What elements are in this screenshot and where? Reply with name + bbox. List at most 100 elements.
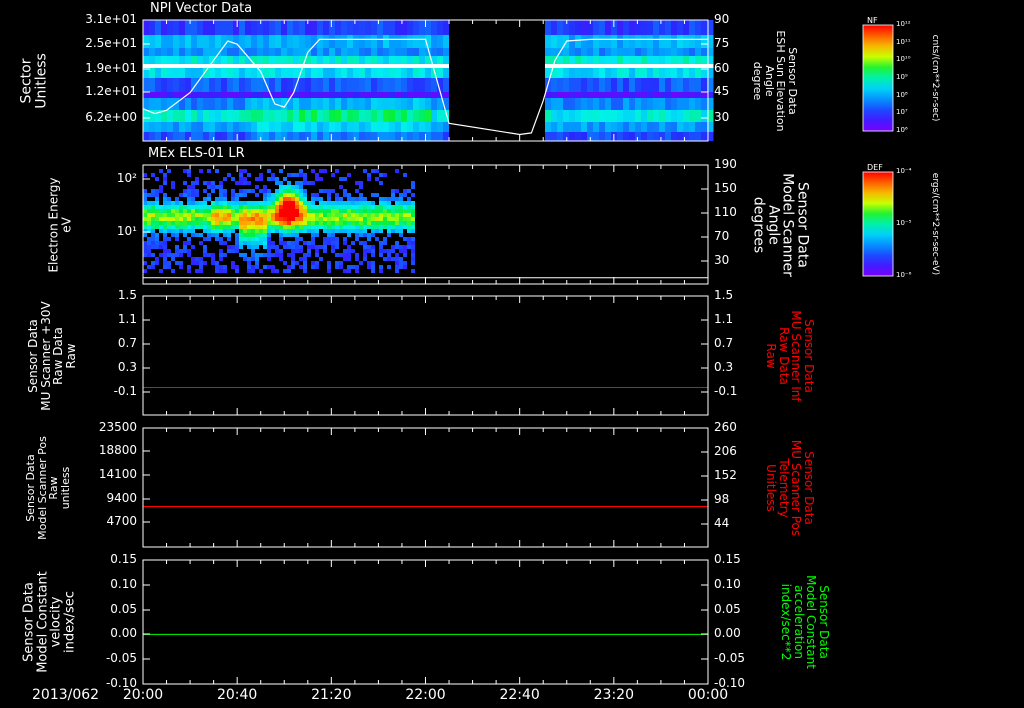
els-cell — [191, 201, 195, 205]
els-cell — [235, 221, 239, 225]
npi-cell — [611, 64, 618, 68]
npi-cell — [233, 98, 240, 110]
els-cell — [271, 229, 275, 233]
els-cell — [311, 217, 315, 221]
npi-cell — [179, 122, 186, 132]
els-cell — [359, 233, 363, 237]
els-cell — [299, 205, 303, 209]
right-y-axis-label-line: Model Scanner — [779, 172, 796, 277]
els-cell — [411, 241, 415, 245]
els-cell — [283, 197, 287, 201]
npi-cell — [191, 35, 198, 48]
els-cell — [287, 189, 291, 193]
els-cell — [215, 205, 219, 209]
npi-cell — [323, 56, 330, 64]
colorbar-title: DEF — [867, 163, 883, 172]
els-cell — [311, 241, 315, 245]
els-cell — [251, 245, 255, 249]
els-cell — [267, 253, 271, 257]
npi-cell — [413, 78, 420, 92]
npi-cell — [689, 35, 696, 48]
npi-cell — [689, 110, 696, 122]
npi-cell — [587, 98, 594, 110]
npi-cell — [593, 56, 600, 64]
npi-cell — [437, 132, 444, 141]
els-cell — [371, 269, 375, 273]
npi-cell — [617, 92, 624, 98]
els-cell — [251, 269, 255, 273]
els-cell — [303, 229, 307, 233]
els-cell — [387, 201, 391, 205]
els-cell — [343, 253, 347, 257]
npi-cell — [443, 132, 450, 141]
npi-cell — [659, 68, 666, 78]
els-cell — [319, 213, 323, 217]
els-cell — [243, 221, 247, 225]
els-cell — [263, 221, 267, 225]
els-cell — [155, 177, 159, 181]
els-cell — [275, 209, 279, 213]
npi-cell — [371, 78, 378, 92]
npi-cell — [191, 64, 198, 68]
els-cell — [143, 217, 147, 221]
els-cell — [183, 209, 187, 213]
els-cell — [259, 189, 263, 193]
els-cell — [299, 237, 303, 241]
els-cell — [327, 229, 331, 233]
npi-cell — [575, 35, 582, 48]
els-cell — [375, 209, 379, 213]
right-y-tick-label: 0.00 — [714, 626, 741, 640]
y-tick-label: 6.2e+00 — [85, 110, 137, 124]
els-cell — [335, 229, 339, 233]
els-cell — [155, 209, 159, 213]
els-cell — [279, 241, 283, 245]
npi-cell — [191, 98, 198, 110]
npi-cell — [413, 68, 420, 78]
els-cell — [355, 233, 359, 237]
els-cell — [291, 249, 295, 253]
els-cell — [167, 253, 171, 257]
els-cell — [207, 185, 211, 189]
npi-cell — [389, 122, 396, 132]
npi-cell — [551, 98, 558, 110]
npi-cell — [383, 20, 390, 35]
els-cell — [395, 221, 399, 225]
els-cell — [375, 205, 379, 209]
npi-cell — [179, 48, 186, 56]
npi-cell — [155, 35, 162, 48]
npi-cell — [437, 110, 444, 122]
npi-cell — [167, 56, 174, 64]
npi-cell — [221, 78, 228, 92]
els-cell — [263, 209, 267, 213]
els-cell — [243, 253, 247, 257]
npi-cell — [299, 110, 306, 122]
npi-cell — [635, 48, 642, 56]
els-cell — [383, 217, 387, 221]
els-cell — [251, 221, 255, 225]
right-y-tick-label: 90 — [714, 12, 730, 26]
npi-cell — [305, 98, 312, 110]
npi-cell — [623, 35, 630, 48]
els-cell — [391, 205, 395, 209]
els-cell — [395, 209, 399, 213]
els-cell — [147, 201, 151, 205]
els-cell — [343, 205, 347, 209]
els-cell — [211, 261, 215, 265]
els-cell — [411, 225, 415, 229]
els-cell — [179, 217, 183, 221]
npi-cell — [605, 64, 612, 68]
npi-cell — [209, 110, 216, 122]
els-cell — [411, 185, 415, 189]
els-cell — [203, 189, 207, 193]
els-cell — [223, 201, 227, 205]
right-y-tick-label: 60 — [714, 61, 730, 75]
npi-cell — [431, 110, 438, 122]
els-cell — [167, 237, 171, 241]
els-cell — [387, 229, 391, 233]
npi-cell — [683, 110, 690, 122]
npi-cell — [383, 48, 390, 56]
els-cell — [395, 169, 399, 173]
els-cell — [183, 225, 187, 229]
npi-cell — [257, 48, 264, 56]
npi-cell — [203, 78, 210, 92]
